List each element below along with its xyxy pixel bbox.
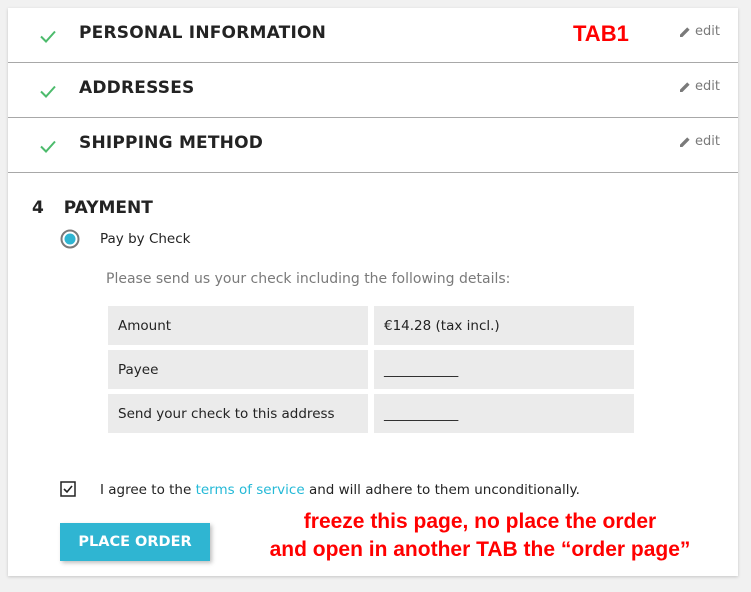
checkout-card: PERSONAL INFORMATION TAB1 edit ADDRESSES… bbox=[8, 8, 738, 576]
detail-label: Payee bbox=[108, 350, 368, 389]
place-order-button[interactable]: PLACE ORDER bbox=[60, 523, 210, 561]
step-title: PERSONAL INFORMATION bbox=[79, 23, 327, 43]
step-title: SHIPPING METHOD bbox=[79, 133, 264, 153]
annotation-note: freeze this page, no place the order and… bbox=[230, 508, 730, 564]
payment-description: Please send us your check including the … bbox=[106, 271, 511, 287]
pencil-icon bbox=[680, 81, 690, 92]
detail-value: ___________ bbox=[374, 350, 634, 389]
edit-link[interactable]: edit bbox=[679, 79, 720, 94]
details-row-payee: Payee ___________ bbox=[108, 350, 634, 389]
annotation-tab-label: TAB1 bbox=[573, 21, 629, 46]
terms-prefix: I agree to the bbox=[100, 482, 192, 498]
payment-title: PAYMENT bbox=[63, 198, 153, 218]
terms-checkbox[interactable] bbox=[60, 481, 76, 497]
pencil-icon bbox=[680, 136, 690, 147]
step-number: 4 bbox=[32, 198, 44, 218]
edit-label: edit bbox=[695, 79, 720, 94]
step-personal-information[interactable]: PERSONAL INFORMATION TAB1 edit bbox=[8, 8, 738, 63]
step-shipping-method[interactable]: SHIPPING METHOD edit bbox=[8, 118, 738, 173]
payment-details-table: Amount €14.28 (tax incl.) Payee ________… bbox=[108, 306, 634, 438]
terms-of-service-link[interactable]: terms of service bbox=[196, 482, 305, 498]
pencil-icon bbox=[680, 26, 690, 37]
edit-label: edit bbox=[695, 134, 720, 149]
check-icon bbox=[40, 85, 56, 98]
detail-value: ___________ bbox=[374, 394, 634, 433]
annotation-note-line1: freeze this page, no place the order bbox=[303, 510, 657, 533]
terms-suffix: and will adhere to them unconditionally. bbox=[308, 482, 580, 498]
edit-link[interactable]: edit bbox=[679, 134, 720, 149]
details-row-amount: Amount €14.28 (tax incl.) bbox=[108, 306, 634, 345]
pay-by-check-radio[interactable] bbox=[60, 229, 80, 249]
step-addresses[interactable]: ADDRESSES edit bbox=[8, 63, 738, 118]
check-icon bbox=[40, 30, 56, 43]
terms-agreement: I agree to the terms of service and will… bbox=[100, 482, 580, 498]
detail-label: Amount bbox=[108, 306, 368, 345]
details-row-address: Send your check to this address ________… bbox=[108, 394, 634, 433]
edit-link[interactable]: edit bbox=[679, 24, 720, 39]
pay-by-check-label[interactable]: Pay by Check bbox=[100, 231, 190, 247]
detail-value: €14.28 (tax incl.) bbox=[374, 306, 634, 345]
edit-label: edit bbox=[695, 24, 720, 39]
detail-label: Send your check to this address bbox=[108, 394, 368, 433]
annotation-note-line2: and open in another TAB the “order page” bbox=[269, 538, 691, 561]
step-title: ADDRESSES bbox=[79, 78, 195, 98]
payment-heading: 4 PAYMENT bbox=[32, 198, 153, 218]
check-icon bbox=[40, 140, 56, 153]
